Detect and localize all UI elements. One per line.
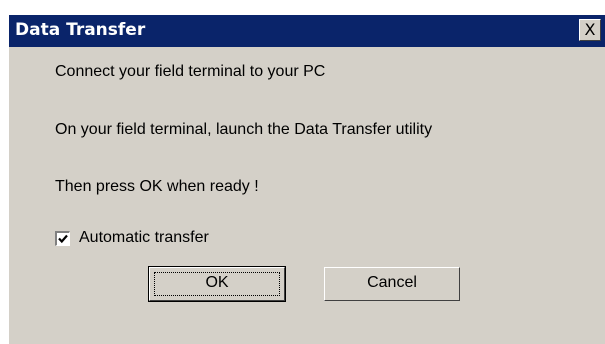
instruction-connect: Connect your field terminal to your PC — [55, 63, 326, 80]
close-icon: X — [584, 20, 596, 39]
ok-button[interactable]: OK — [148, 266, 286, 302]
dialog-title: Data Transfer — [15, 20, 146, 40]
cancel-button-label: Cancel — [367, 274, 417, 291]
automatic-transfer-checkbox[interactable] — [55, 230, 70, 246]
focus-rectangle — [154, 272, 280, 296]
automatic-transfer-option[interactable]: Automatic transfer — [55, 228, 209, 248]
title-bar[interactable]: Data Transfer X — [9, 15, 605, 47]
checkmark-icon — [58, 234, 68, 243]
instruction-press-ok: Then press OK when ready ! — [55, 178, 259, 195]
cancel-button[interactable]: Cancel — [324, 267, 460, 301]
automatic-transfer-label[interactable]: Automatic transfer — [79, 229, 209, 247]
instruction-launch: On your field terminal, launch the Data … — [55, 121, 433, 138]
close-button[interactable]: X — [579, 19, 601, 41]
dialog-window: Data Transfer X Connect your field termi… — [8, 14, 605, 344]
